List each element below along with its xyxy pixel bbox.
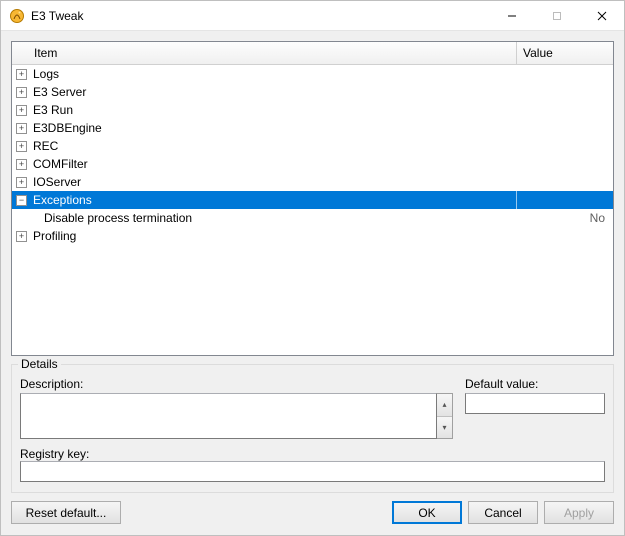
tree-empty-area (12, 245, 613, 355)
tree-group[interactable]: +E3 Server (12, 83, 613, 101)
tree-item-label: +IOServer (12, 173, 517, 191)
column-header-value[interactable]: Value (517, 42, 613, 64)
reset-default-button[interactable]: Reset default... (11, 501, 121, 524)
button-bar: Reset default... OK Cancel Apply (11, 501, 614, 524)
tree-item-label: Disable process termination (12, 209, 517, 227)
tree-item-label: +E3DBEngine (12, 119, 517, 137)
tree-group[interactable]: +IOServer (12, 173, 613, 191)
tree-group[interactable]: +Logs (12, 65, 613, 83)
expand-icon[interactable]: + (16, 141, 27, 152)
tree-header: Item Value (12, 42, 613, 65)
tree-group[interactable]: −Exceptions (12, 191, 613, 209)
registry-key-label: Registry key: (20, 447, 89, 461)
expand-icon[interactable]: + (16, 231, 27, 242)
tree-item-label: +Logs (12, 65, 517, 83)
tree-item-label: +REC (12, 137, 517, 155)
expand-icon[interactable]: + (16, 105, 27, 116)
settings-tree[interactable]: Item Value +Logs+E3 Server+E3 Run+E3DBEn… (11, 41, 614, 356)
ok-button[interactable]: OK (392, 501, 462, 524)
details-group: Details Description: ▴ ▾ Default value: … (11, 364, 614, 493)
apply-button[interactable]: Apply (544, 501, 614, 524)
default-value-label: Default value: (465, 377, 605, 391)
tree-item-label: +E3 Server (12, 83, 517, 101)
default-value-field[interactable] (465, 393, 605, 414)
tree-group[interactable]: +E3 Run (12, 101, 613, 119)
tree-item-label: −Exceptions (12, 191, 517, 209)
scroll-up-icon[interactable]: ▴ (437, 394, 452, 417)
close-button[interactable] (579, 1, 624, 30)
column-header-item[interactable]: Item (12, 42, 517, 64)
description-scroll[interactable]: ▴ ▾ (437, 393, 453, 439)
app-icon (9, 8, 25, 24)
cancel-button[interactable]: Cancel (468, 501, 538, 524)
tree-item[interactable]: Disable process terminationNo (12, 209, 613, 227)
tree-item-label: +E3 Run (12, 101, 517, 119)
maximize-button[interactable] (534, 1, 579, 30)
tree-group[interactable]: +Profiling (12, 227, 613, 245)
details-legend: Details (18, 357, 61, 371)
expand-icon[interactable]: + (16, 123, 27, 134)
tree-group[interactable]: +E3DBEngine (12, 119, 613, 137)
registry-key-field[interactable] (20, 461, 605, 482)
tree-item-label: +Profiling (12, 227, 517, 245)
description-label: Description: (20, 377, 453, 391)
window-buttons (489, 1, 624, 30)
collapse-icon[interactable]: − (16, 195, 27, 206)
expand-icon[interactable]: + (16, 87, 27, 98)
minimize-button[interactable] (489, 1, 534, 30)
tree-item-label: +COMFilter (12, 155, 517, 173)
client-area: Item Value +Logs+E3 Server+E3 Run+E3DBEn… (1, 31, 624, 535)
scroll-down-icon[interactable]: ▾ (437, 417, 452, 439)
expand-icon[interactable]: + (16, 159, 27, 170)
description-text[interactable] (20, 393, 437, 439)
expand-icon[interactable]: + (16, 69, 27, 80)
tree-group[interactable]: +REC (12, 137, 613, 155)
window-title: E3 Tweak (31, 9, 489, 23)
expand-icon[interactable]: + (16, 177, 27, 188)
tree-group[interactable]: +COMFilter (12, 155, 613, 173)
tree-item-value: No (517, 209, 613, 227)
titlebar: E3 Tweak (1, 1, 624, 31)
